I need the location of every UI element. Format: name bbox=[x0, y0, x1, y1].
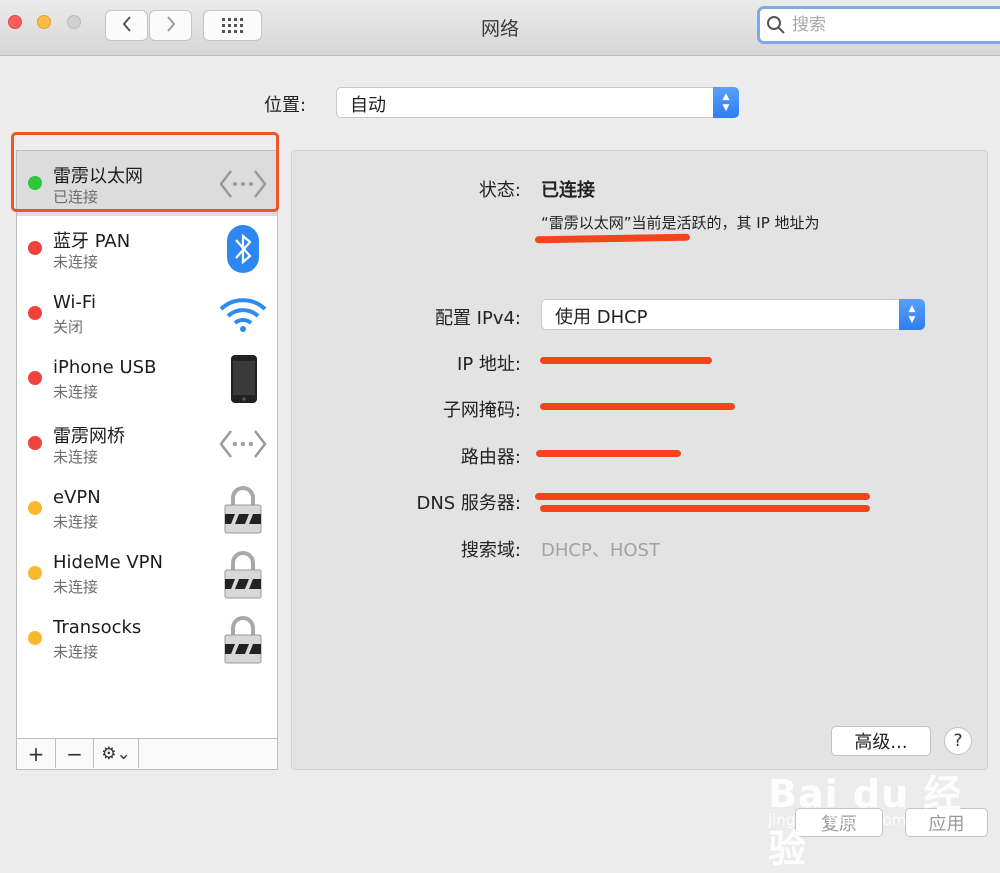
service-name: 雷雳网桥 bbox=[53, 426, 125, 447]
status-value: 已连接 bbox=[541, 180, 595, 201]
service-status: 未连接 bbox=[53, 383, 99, 401]
search-domain-label: 搜索域: bbox=[460, 540, 521, 561]
search-input[interactable] bbox=[792, 13, 992, 37]
bluetooth-icon bbox=[217, 224, 269, 274]
redaction-mark bbox=[536, 450, 681, 457]
redaction-mark bbox=[540, 403, 735, 410]
service-name: eVPN bbox=[53, 487, 101, 508]
redaction-mark bbox=[535, 493, 870, 500]
ip-address-label: IP 地址: bbox=[457, 354, 521, 375]
action-menu-button[interactable]: ⚙︎⌄ bbox=[94, 739, 139, 768]
service-status: 未连接 bbox=[53, 578, 99, 596]
service-item-wifi[interactable]: Wi-Fi 关闭 bbox=[17, 281, 277, 346]
status-description: “雷雳以太网”当前是活跃的，其 IP 地址为 bbox=[541, 214, 820, 232]
status-dot bbox=[28, 501, 42, 515]
configure-ipv4-select[interactable]: 使用 DHCP ▲ ▼ bbox=[541, 299, 925, 330]
router-label: 路由器: bbox=[460, 447, 521, 468]
updown-arrows-icon: ▲ ▼ bbox=[899, 299, 925, 330]
search-icon bbox=[766, 15, 786, 39]
search-box[interactable] bbox=[757, 6, 1000, 44]
service-item-iphone-usb[interactable]: iPhone USB 未连接 bbox=[17, 346, 277, 411]
service-status: 未连接 bbox=[53, 253, 99, 271]
vpn-lock-icon bbox=[217, 549, 269, 599]
service-name: HideMe VPN bbox=[53, 552, 163, 573]
status-dot bbox=[28, 436, 42, 450]
service-name: Wi-Fi bbox=[53, 292, 96, 313]
status-dot bbox=[28, 306, 42, 320]
location-select[interactable]: 自动 ▲ ▼ bbox=[336, 87, 739, 118]
location-label: 位置: bbox=[264, 95, 307, 116]
selection-highlight-annotation bbox=[11, 132, 279, 212]
status-label: 状态: bbox=[478, 180, 521, 201]
baidu-watermark-url: jingyan.baidu.com bbox=[768, 811, 907, 829]
service-item-transocks[interactable]: Transocks 未连接 bbox=[17, 606, 277, 671]
service-status: 未连接 bbox=[53, 643, 99, 661]
redaction-mark bbox=[540, 505, 870, 512]
status-dot bbox=[28, 241, 42, 255]
redaction-mark bbox=[540, 357, 712, 364]
service-item-bluetooth-pan[interactable]: 蓝牙 PAN 未连接 bbox=[17, 216, 277, 281]
status-dot bbox=[28, 371, 42, 385]
service-status: 未连接 bbox=[53, 513, 99, 531]
advanced-button[interactable]: 高级... bbox=[831, 726, 931, 756]
service-item-hideme-vpn[interactable]: HideMe VPN 未连接 bbox=[17, 541, 277, 606]
add-service-button[interactable]: + bbox=[17, 739, 56, 768]
service-item-evpn[interactable]: eVPN 未连接 bbox=[17, 476, 277, 541]
vpn-lock-icon bbox=[217, 614, 269, 664]
configure-ipv4-label: 配置 IPv4: bbox=[434, 308, 521, 329]
dns-server-label: DNS 服务器: bbox=[416, 493, 521, 514]
service-name: iPhone USB bbox=[53, 357, 157, 378]
service-name: Transocks bbox=[53, 617, 142, 638]
title-bar: 网络 bbox=[0, 0, 1000, 56]
subnet-mask-label: 子网掩码: bbox=[442, 400, 521, 421]
service-status: 未连接 bbox=[53, 448, 99, 466]
search-domain-value: DHCP、HOST bbox=[541, 540, 660, 561]
service-name: 蓝牙 PAN bbox=[53, 231, 131, 252]
help-button[interactable]: ? bbox=[944, 727, 972, 755]
configure-ipv4-value: 使用 DHCP bbox=[555, 307, 648, 328]
wifi-icon bbox=[217, 289, 269, 339]
status-dot bbox=[28, 631, 42, 645]
updown-arrows-icon: ▲ ▼ bbox=[713, 87, 739, 118]
service-status: 关闭 bbox=[53, 318, 84, 336]
remove-service-button[interactable]: − bbox=[56, 739, 94, 768]
status-dot bbox=[28, 566, 42, 580]
service-item-thunderbolt-bridge[interactable]: 雷雳网桥 未连接 bbox=[17, 411, 277, 476]
thunderbolt-bridge-icon bbox=[217, 419, 269, 469]
iphone-icon bbox=[217, 354, 269, 404]
vpn-lock-icon bbox=[217, 484, 269, 534]
service-list: 雷雳以太网 已连接 蓝牙 PAN 未连接 Wi-Fi 关闭 iPhone USB… bbox=[16, 150, 278, 770]
service-list-toolbar: + − ⚙︎⌄ bbox=[17, 738, 277, 769]
location-value: 自动 bbox=[350, 95, 386, 116]
